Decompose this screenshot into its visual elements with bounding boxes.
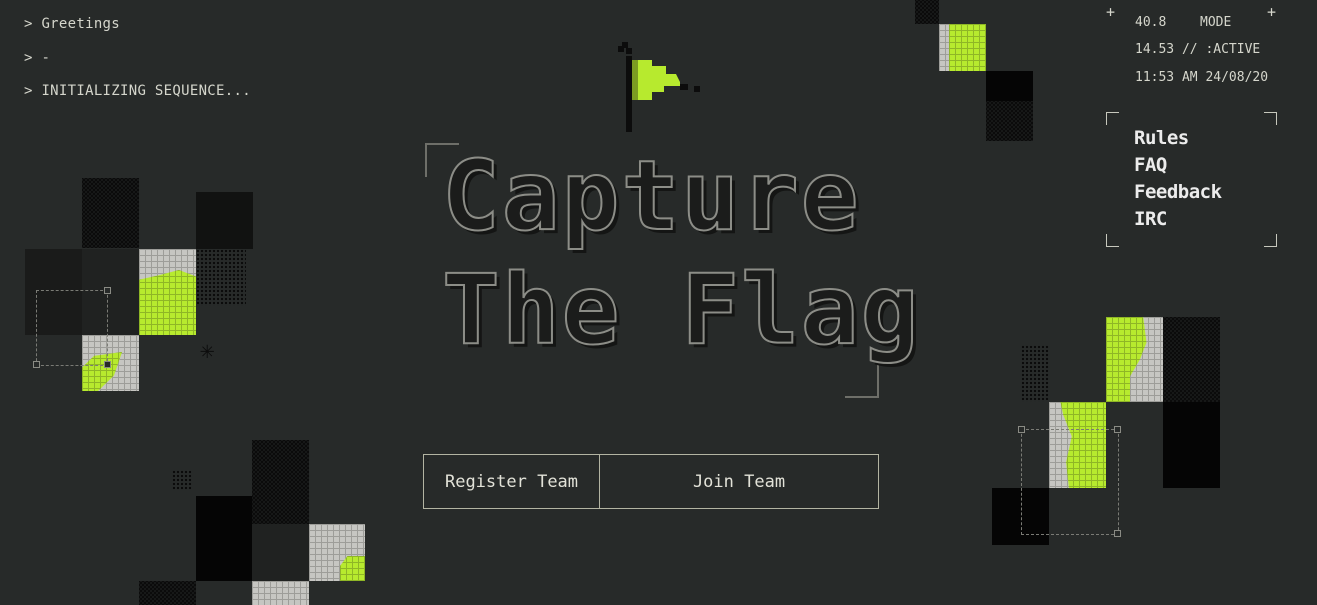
- status-value: 40.8: [1135, 15, 1167, 30]
- dither-block: [196, 249, 246, 306]
- selection-box: [1021, 429, 1119, 535]
- dark-block: [252, 524, 309, 581]
- corner-bracket: [1106, 234, 1119, 247]
- selection-handle: [104, 361, 111, 368]
- corner-bracket: [1106, 112, 1119, 125]
- black-block: [196, 496, 252, 581]
- dark-block: [196, 192, 253, 249]
- page-title-line2: The Flag: [441, 253, 921, 367]
- status-mode: MODE: [1200, 15, 1232, 30]
- green-grid-block: [139, 270, 196, 335]
- page-title-line1: Capture: [441, 139, 861, 253]
- nav-link-rules[interactable]: Rules: [1134, 125, 1222, 152]
- green-grid-block: [949, 24, 986, 71]
- dither-block: [252, 440, 309, 524]
- nav-link-faq[interactable]: FAQ: [1134, 152, 1222, 179]
- selection-handle: [1114, 530, 1121, 537]
- corner-bracket: [1264, 112, 1277, 125]
- pixel-flag-icon: [618, 42, 700, 132]
- dither-block: [915, 0, 939, 24]
- status-datetime: 11:53 AM 24/08/20: [1135, 70, 1269, 85]
- gray-grid-block: [252, 581, 309, 605]
- asterisk-icon: ✳: [200, 336, 215, 364]
- team-button-group: Register Team Join Team: [423, 454, 879, 509]
- plus-icon-right: +: [1267, 3, 1277, 21]
- nav-link-feedback[interactable]: Feedback: [1134, 179, 1222, 206]
- terminal-line-greetings: > Greetings: [24, 16, 121, 32]
- nav-link-irc[interactable]: IRC: [1134, 206, 1222, 233]
- black-block: [986, 71, 1033, 101]
- corner-bracket: [1264, 234, 1277, 247]
- black-block: [1163, 402, 1220, 488]
- dither-block: [1021, 345, 1049, 402]
- title-bracket-bottom-right: [845, 364, 879, 398]
- terminal-line-initializing: > INITIALIZING SEQUENCE...: [24, 83, 251, 99]
- selection-handle: [1114, 426, 1121, 433]
- selection-box: [36, 290, 108, 366]
- dither-block: [1163, 317, 1220, 402]
- plus-icon-left: +: [1106, 3, 1116, 21]
- join-team-button[interactable]: Join Team: [600, 455, 878, 508]
- terminal-line-dash: > -: [24, 50, 51, 66]
- dither-block: [172, 470, 192, 490]
- selection-handle: [104, 287, 111, 294]
- dither-block: [986, 101, 1033, 141]
- selection-handle: [33, 361, 40, 368]
- dither-block: [139, 581, 196, 605]
- register-team-button[interactable]: Register Team: [424, 455, 600, 508]
- dither-block: [82, 178, 139, 248]
- selection-handle: [1018, 426, 1025, 433]
- status-active: 14.53 // :ACTIVE: [1135, 42, 1261, 57]
- nav-menu: Rules FAQ Feedback IRC: [1106, 112, 1277, 247]
